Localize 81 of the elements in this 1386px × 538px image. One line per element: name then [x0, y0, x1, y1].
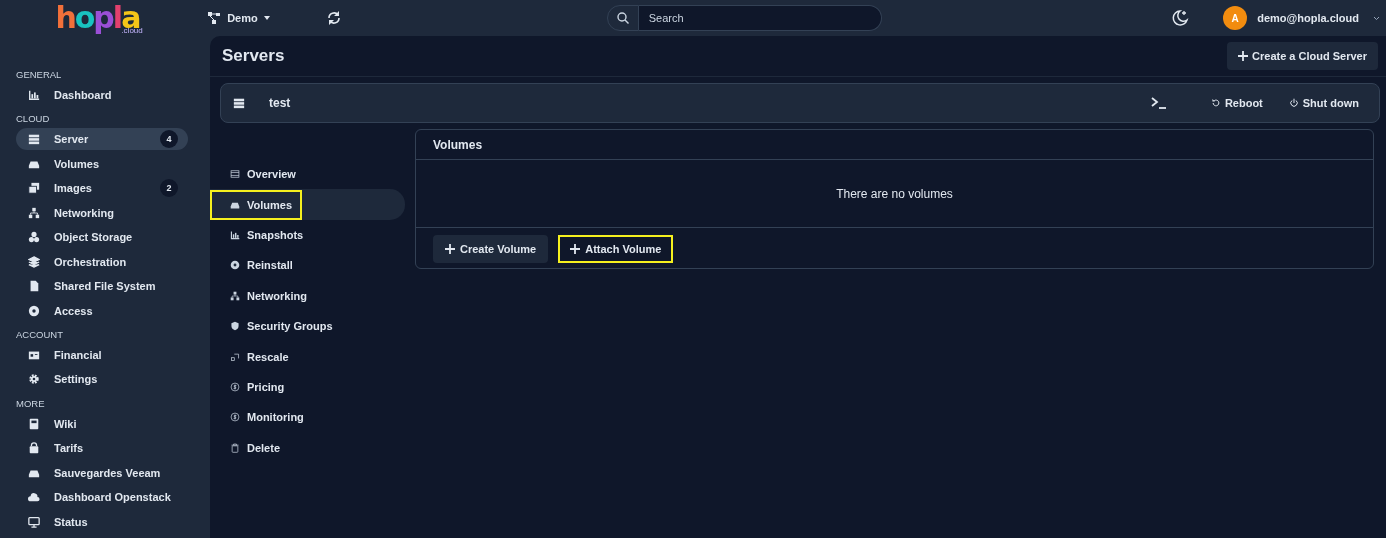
- book-icon: [28, 417, 40, 430]
- sidebar-item[interactable]: Shared File System: [16, 275, 188, 298]
- server-tab[interactable]: Pricing: [210, 371, 405, 403]
- bar-chart-icon: [28, 89, 40, 101]
- power-icon: [1288, 98, 1299, 108]
- terminal-icon: [1150, 97, 1167, 109]
- coin-icon: [230, 381, 240, 392]
- section-heading: GENERAL: [16, 69, 62, 81]
- caret-icon: [263, 16, 270, 20]
- empty-message: There are no volumes: [836, 186, 953, 201]
- count-badge: 2: [160, 179, 178, 198]
- server-icon: [233, 97, 245, 109]
- network-icon: [208, 12, 222, 24]
- bag-icon: [28, 442, 40, 455]
- server-tab[interactable]: Reinstall: [210, 250, 405, 281]
- sidebar-item[interactable]: Images 2: [16, 177, 188, 200]
- sidebar-item[interactable]: Server 4: [16, 128, 188, 151]
- server-icon: [28, 133, 40, 146]
- sidebar-item[interactable]: Volumes: [16, 152, 188, 175]
- sidebar-item[interactable]: Wiki: [16, 412, 188, 435]
- search-field[interactable]: Search: [638, 5, 883, 31]
- volume-button[interactable]: Create Volume: [433, 235, 549, 263]
- server-action-button[interactable]: Shut down: [1282, 93, 1365, 113]
- server-tab[interactable]: Rescale: [210, 341, 405, 372]
- search-button[interactable]: [606, 5, 639, 31]
- server-tab[interactable]: Networking: [210, 280, 405, 311]
- server-tab[interactable]: Delete: [210, 432, 405, 463]
- avatar: A: [1223, 6, 1248, 30]
- count-badge: 4: [160, 130, 178, 149]
- bar-chart-icon: [230, 229, 240, 240]
- disc-icon: [28, 304, 40, 317]
- cloud-icon: [28, 491, 40, 504]
- panel-title: Volumes: [433, 137, 483, 152]
- trash-icon: [230, 442, 240, 453]
- sidebar-item[interactable]: Tarifs: [16, 437, 188, 460]
- server-tab[interactable]: Overview: [210, 159, 405, 190]
- sidebar-item[interactable]: Sauvegardes Veeam: [16, 461, 188, 484]
- volume-button[interactable]: Attach Volume: [558, 235, 674, 263]
- chevron-down-icon: [1373, 15, 1380, 21]
- page-title: Servers: [222, 46, 285, 66]
- plus-icon: [445, 244, 455, 254]
- server-name: test: [269, 96, 292, 110]
- shield-icon: [230, 321, 240, 332]
- user-menu[interactable]: A demo@hopla.cloud: [1217, 5, 1386, 31]
- server-tab[interactable]: Snapshots: [210, 219, 405, 251]
- reload-icon: [1210, 98, 1221, 108]
- server-tab[interactable]: Volumes: [210, 189, 405, 220]
- layers-icon: [28, 255, 40, 268]
- settings-icon: [28, 373, 40, 386]
- server-tab[interactable]: Security Groups: [210, 310, 405, 342]
- search-icon: [616, 12, 629, 24]
- refresh-icon: [325, 10, 342, 26]
- section-heading: CLOUD: [16, 113, 50, 126]
- plus-icon: [570, 244, 581, 254]
- sidebar-item[interactable]: Dashboard Openstack: [16, 486, 188, 509]
- plus-icon: [1238, 51, 1249, 61]
- section-heading: MORE: [16, 397, 45, 410]
- create-server-button[interactable]: Create a Cloud Server: [1227, 42, 1378, 70]
- circles-icon: [28, 231, 40, 244]
- sidebar-item[interactable]: Financial: [16, 343, 188, 366]
- network-icon: [28, 206, 40, 219]
- sidebar-item[interactable]: Settings: [16, 368, 188, 391]
- monitor-icon: [28, 515, 40, 528]
- sidebar-item[interactable]: Object Storage: [16, 226, 188, 249]
- section-heading: ACCOUNT: [16, 328, 63, 341]
- server-tab[interactable]: Monitoring: [210, 402, 405, 433]
- window-icon: [230, 169, 240, 180]
- sidebar-item[interactable]: Dashboard: [16, 84, 188, 106]
- stacked-squares-icon: [28, 182, 40, 195]
- sidebar-item[interactable]: Status: [16, 510, 188, 533]
- server-action-button[interactable]: Reboot: [1204, 93, 1269, 113]
- disc-icon: [230, 260, 240, 271]
- sidebar-item[interactable]: Orchestration: [16, 250, 188, 273]
- sidebar-item[interactable]: Networking: [16, 201, 188, 224]
- sidebar-item[interactable]: Access: [16, 299, 188, 322]
- coin-icon: [230, 412, 240, 423]
- project-dropdown[interactable]: Demo: [204, 8, 274, 28]
- network-icon: [230, 290, 240, 301]
- file-icon: [28, 280, 40, 293]
- resize-icon: [230, 351, 240, 362]
- moon-icon: [1171, 9, 1190, 27]
